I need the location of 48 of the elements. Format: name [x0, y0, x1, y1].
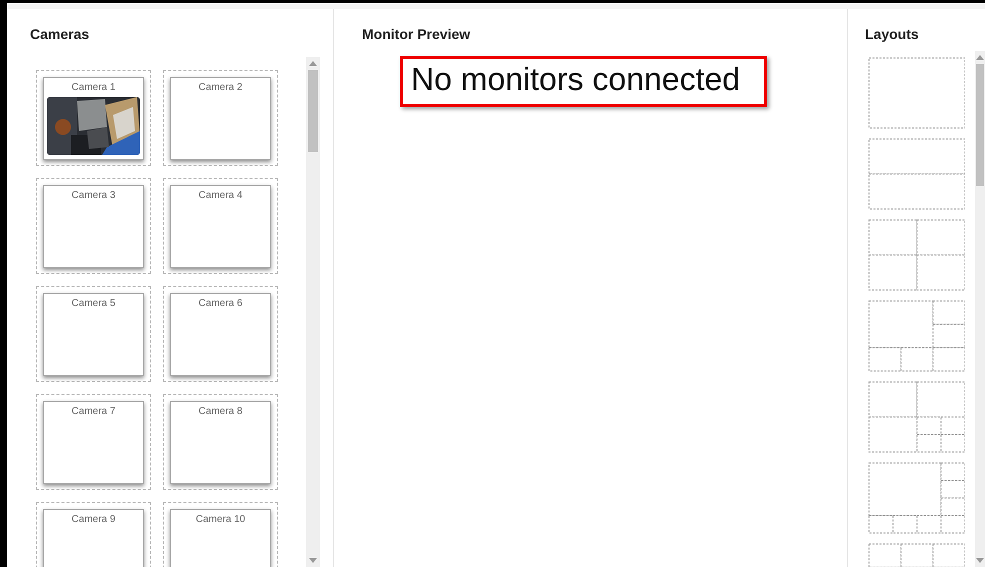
camera-card[interactable]: Camera 9 — [43, 509, 144, 567]
panel-title: Cameras — [29, 25, 90, 44]
camera-slot[interactable]: Camera 7 — [36, 394, 151, 490]
camera-slot[interactable]: Camera 8 — [163, 394, 278, 490]
camera-slot[interactable]: Camera 1 — [36, 70, 151, 166]
camera-card[interactable]: Camera 7 — [43, 401, 144, 484]
layout-option[interactable] — [868, 138, 966, 210]
camera-slot[interactable]: Camera 10 — [163, 502, 278, 567]
camera-card[interactable]: Camera 1 — [43, 77, 144, 160]
camera-slot[interactable]: Camera 4 — [163, 178, 278, 274]
camera-name: Camera 10 — [196, 514, 246, 526]
scroll-down-icon[interactable] — [976, 558, 984, 563]
camera-card[interactable]: Camera 8 — [170, 401, 271, 484]
camera-slot[interactable]: Camera 5 — [36, 286, 151, 382]
status-message: No monitors connected — [400, 56, 768, 107]
scroll-up-icon[interactable] — [309, 61, 317, 66]
camera-name: Camera 2 — [198, 82, 242, 94]
camera-card[interactable]: Camera 4 — [170, 185, 271, 268]
camera-card[interactable]: Camera 5 — [43, 293, 144, 376]
panel-title: Monitor Preview — [361, 25, 472, 44]
camera-name: Camera 4 — [198, 190, 242, 202]
layout-option[interactable] — [868, 57, 966, 129]
layout-option[interactable] — [868, 300, 966, 372]
scroll-thumb[interactable] — [976, 64, 984, 186]
layout-option[interactable] — [868, 219, 966, 291]
camera-slot[interactable]: Camera 2 — [163, 70, 278, 166]
camera-name: Camera 8 — [198, 406, 242, 418]
camera-name: Camera 5 — [72, 298, 116, 310]
camera-card[interactable]: Camera 2 — [170, 77, 271, 160]
camera-name: Camera 6 — [198, 298, 242, 310]
scroll-thumb[interactable] — [308, 70, 318, 152]
camera-slot[interactable]: Camera 3 — [36, 178, 151, 274]
camera-slot[interactable]: Camera 6 — [163, 286, 278, 382]
camera-card[interactable]: Camera 3 — [43, 185, 144, 268]
panel-title: Layouts — [864, 25, 920, 44]
layout-option[interactable] — [868, 462, 966, 534]
camera-card[interactable]: Camera 6 — [170, 293, 271, 376]
camera-slot[interactable]: Camera 9 — [36, 502, 151, 567]
camera-name: Camera 1 — [72, 82, 116, 94]
camera-name: Camera 3 — [72, 190, 116, 202]
camera-name: Camera 7 — [72, 406, 116, 418]
camera-name: Camera 9 — [72, 514, 116, 526]
camera-card[interactable]: Camera 10 — [170, 509, 271, 567]
scrollbar[interactable] — [975, 51, 985, 567]
scroll-up-icon[interactable] — [976, 55, 984, 60]
layout-option[interactable] — [868, 381, 966, 453]
scroll-down-icon[interactable] — [309, 558, 317, 563]
scrollbar[interactable] — [306, 57, 320, 567]
